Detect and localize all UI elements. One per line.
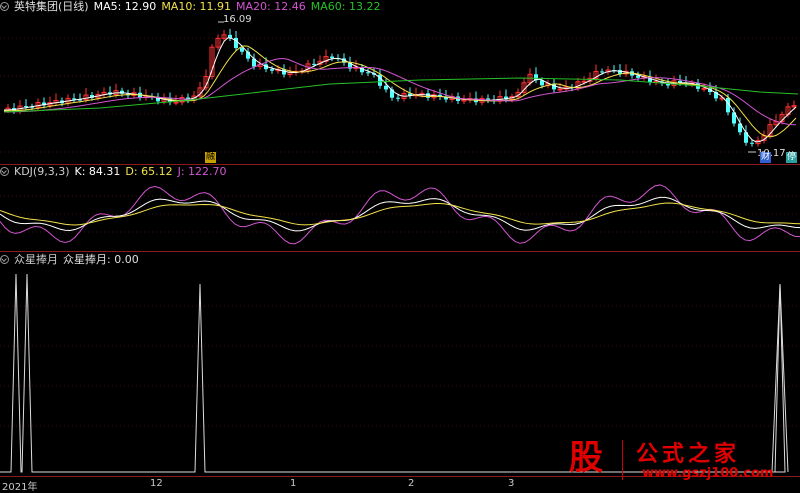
- watermark: 股 公式之家 www.gszj100.com: [556, 434, 800, 486]
- panel-settings-icon[interactable]: [0, 255, 9, 264]
- candle-body: [173, 101, 179, 104]
- price-chart[interactable]: [0, 12, 800, 164]
- candle-body: [72, 98, 76, 100]
- kdj-title[interactable]: KDJ(9,3,3): [14, 165, 70, 178]
- candle-body: [396, 97, 400, 99]
- kdj-panel-header: KDJ(9,3,3) K: 84.31 D: 65.12 J: 122.70: [0, 165, 232, 179]
- x-axis-label: 12: [150, 478, 163, 489]
- candle-body: [581, 80, 587, 83]
- kdj-j-readout: J: 122.70: [177, 165, 227, 178]
- panel-settings-icon[interactable]: [0, 2, 9, 11]
- ma5-line: [3, 37, 797, 143]
- candle-body: [557, 88, 563, 91]
- candle-body: [384, 85, 388, 90]
- candle-body: [24, 106, 28, 108]
- panel-settings-icon[interactable]: [0, 167, 9, 176]
- candle-body: [240, 48, 244, 52]
- candle-body: [461, 99, 467, 102]
- candle-body: [750, 142, 754, 144]
- margin-badge[interactable]: 融: [205, 152, 217, 163]
- candle-body: [600, 71, 604, 73]
- x-axis-label: 3: [508, 478, 515, 489]
- indicator-title[interactable]: 众星捧月: [14, 253, 58, 266]
- x-axis-label: 2: [408, 478, 415, 489]
- candle-body: [330, 56, 334, 59]
- indicator-value: 众星捧月: 0.00: [63, 253, 139, 266]
- panel-divider[interactable]: [0, 251, 800, 252]
- watermark-url: www.gszj100.com: [642, 466, 774, 481]
- watermark-logo-icon: 股: [569, 438, 603, 478]
- kdj-chart[interactable]: [0, 178, 800, 250]
- high-price-label: 16.09: [223, 14, 252, 25]
- candle-body: [636, 75, 640, 78]
- finance-badge[interactable]: 财: [760, 152, 772, 163]
- kdj-d-readout: D: 65.12: [125, 165, 173, 178]
- suspend-badge[interactable]: 停: [786, 152, 798, 163]
- candle-body: [270, 69, 274, 71]
- candle-body: [312, 63, 316, 65]
- kdj-k-readout: K: 84.31: [74, 165, 121, 178]
- candle-body: [701, 87, 707, 90]
- watermark-name: 公式之家: [636, 442, 741, 467]
- candle-body: [366, 72, 370, 74]
- x-axis-label: 1: [290, 478, 297, 489]
- watermark-divider: [622, 440, 623, 480]
- indicator-panel-header: 众星捧月 众星捧月: 0.00: [0, 253, 144, 267]
